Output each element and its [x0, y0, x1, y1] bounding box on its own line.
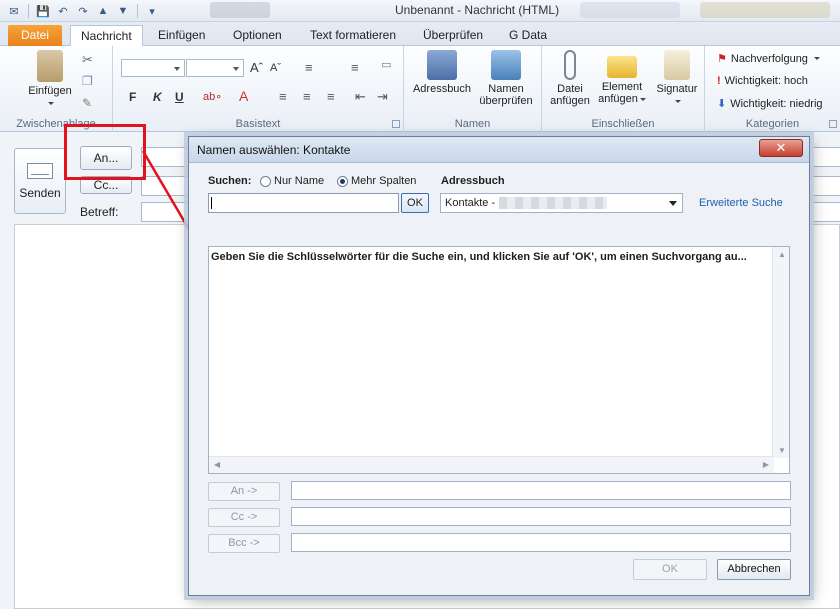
- add-bcc-button[interactable]: Bcc ->: [208, 534, 280, 553]
- search-input[interactable]: [208, 193, 399, 213]
- select-names-dialog: Namen auswählen: Kontakte ✕ Suchen: Nur …: [188, 136, 810, 596]
- radio-more-columns[interactable]: Mehr Spalten: [337, 175, 416, 187]
- add-cc-button[interactable]: Cc ->: [208, 508, 280, 527]
- radio-checked-icon: [337, 175, 348, 187]
- scroll-down-icon[interactable]: ▼: [778, 446, 786, 455]
- radio-unchecked-icon: [260, 175, 271, 187]
- dialog-title-bar: Namen auswählen: Kontakte ✕: [189, 137, 809, 163]
- horizontal-scrollbar[interactable]: ◀ ▶: [209, 456, 774, 473]
- add-to-button[interactable]: An ->: [208, 482, 280, 501]
- bcc-recipients-field[interactable]: [291, 533, 791, 552]
- radio-more-columns-label: Mehr Spalten: [351, 175, 417, 187]
- search-label: Suchen:: [208, 175, 252, 187]
- advanced-search-link[interactable]: Erweiterte Suche: [699, 197, 783, 209]
- addressbook-select-value: Kontakte -: [445, 197, 496, 209]
- radio-name-only-label: Nur Name: [274, 175, 325, 187]
- scroll-right-icon[interactable]: ▶: [763, 460, 769, 469]
- results-message: Geben Sie die Schlüsselwörter für die Su…: [211, 251, 747, 263]
- redacted-text: [499, 197, 608, 210]
- text-cursor: [211, 197, 212, 209]
- radio-name-only[interactable]: Nur Name: [260, 175, 324, 187]
- to-recipients-field[interactable]: [291, 481, 791, 500]
- chevron-down-icon: [669, 201, 677, 206]
- addressbook-select[interactable]: Kontakte -: [440, 193, 683, 213]
- close-icon[interactable]: ✕: [759, 139, 803, 157]
- dialog-title: Namen auswählen: Kontakte: [197, 143, 351, 157]
- scroll-up-icon[interactable]: ▲: [778, 250, 786, 259]
- results-list[interactable]: Geben Sie die Schlüsselwörter für die Su…: [208, 246, 790, 474]
- cc-recipients-field[interactable]: [291, 507, 791, 526]
- scroll-left-icon[interactable]: ◀: [214, 460, 220, 469]
- dialog-ok-button[interactable]: OK: [633, 559, 707, 580]
- vertical-scrollbar[interactable]: ▲ ▼: [772, 247, 789, 458]
- search-ok-button[interactable]: OK: [401, 193, 429, 213]
- addressbook-label: Adressbuch: [441, 175, 505, 187]
- cancel-button[interactable]: Abbrechen: [717, 559, 791, 580]
